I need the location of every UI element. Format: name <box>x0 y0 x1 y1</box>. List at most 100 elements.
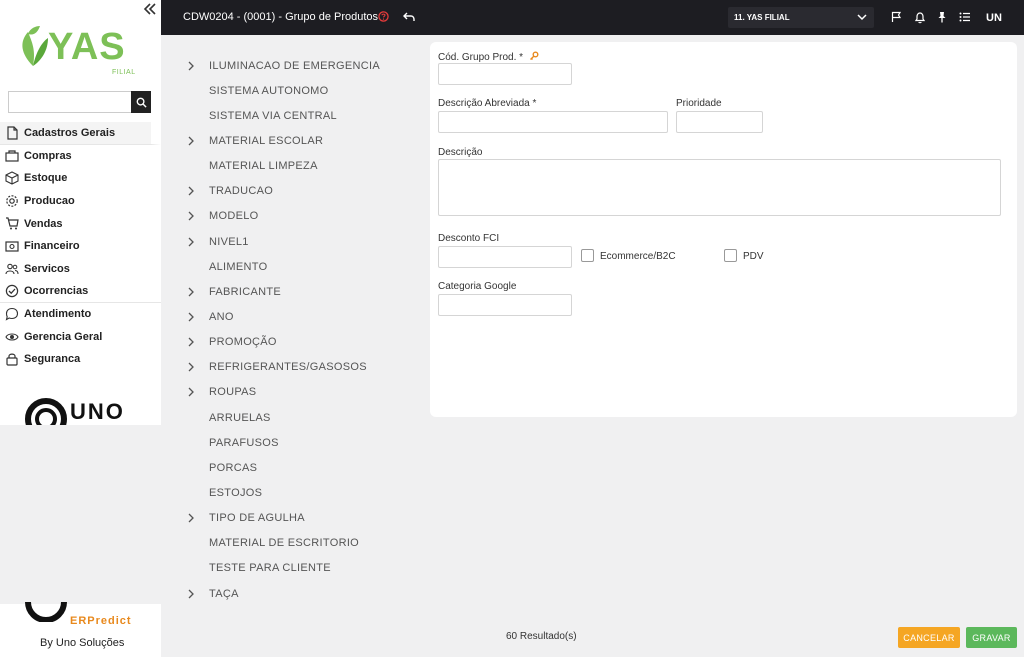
tree-item[interactable]: MATERIAL DE ESCRITORIO <box>161 531 421 556</box>
sidebar-search-input[interactable] <box>9 92 129 112</box>
ecommerce-checkbox[interactable] <box>581 249 594 262</box>
tree-item-label: TESTE PARA CLIENTE <box>209 562 331 575</box>
menu-item-vendas[interactable]: Vendas <box>0 212 161 235</box>
page-title: CDW0204 - (0001) - Grupo de Produtos <box>183 11 379 23</box>
save-button[interactable]: GRAVAR <box>966 627 1017 648</box>
cod-grupo-input[interactable] <box>438 63 572 85</box>
tree-item[interactable]: SISTEMA VIA CENTRAL <box>161 103 421 128</box>
tree-item[interactable]: ALIMENTO <box>161 254 421 279</box>
flag-icon[interactable] <box>889 10 903 24</box>
tree-item[interactable]: MATERIAL LIMPEZA <box>161 154 421 179</box>
chevron-right-icon[interactable] <box>187 337 207 347</box>
chevron-right-icon[interactable] <box>187 387 207 397</box>
eye-icon <box>4 329 20 345</box>
tree-item[interactable]: FABRICANTE <box>161 279 421 304</box>
menu-item-atendimento[interactable]: Atendimento <box>0 303 161 326</box>
file-icon <box>4 125 20 141</box>
menu-item-compras[interactable]: Compras <box>0 145 161 168</box>
tree-item[interactable]: PARAFUSOS <box>161 430 421 455</box>
tree-item[interactable]: ANO <box>161 304 421 329</box>
cancel-button[interactable]: CANCELAR <box>898 627 960 648</box>
tree-item[interactable]: MODELO <box>161 204 421 229</box>
tree-item[interactable]: TRADUCAO <box>161 179 421 204</box>
menu-item-servicos[interactable]: Servicos <box>0 258 161 281</box>
search-icon <box>136 97 147 108</box>
uno-logo-bottom-icon <box>25 601 67 622</box>
back-icon[interactable] <box>401 9 417 25</box>
group-tree: ILUMINACAO DE EMERGENCIA SISTEMA AUTONOMO… <box>161 53 421 606</box>
lock-icon <box>4 351 20 367</box>
descricao-textarea[interactable] <box>438 159 1001 216</box>
help-icon[interactable] <box>378 11 389 25</box>
user-avatar[interactable]: UN <box>983 9 1005 27</box>
prioridade-label: Prioridade <box>676 98 722 109</box>
tree-item[interactable]: MATERIAL ESCOLAR <box>161 128 421 153</box>
chevron-right-icon[interactable] <box>187 211 207 221</box>
chevron-right-icon[interactable] <box>187 136 207 146</box>
chevron-right-icon[interactable] <box>187 362 207 372</box>
tree-item-label: ALIMENTO <box>209 260 268 273</box>
prioridade-input[interactable] <box>676 111 763 133</box>
menu-item-cadastros-gerais[interactable]: Cadastros Gerais <box>0 122 161 145</box>
branch-select-value: 11. YAS FILIAL <box>734 13 790 22</box>
chevron-right-icon[interactable] <box>187 513 207 523</box>
menu-item-label: Producao <box>24 195 75 208</box>
tree-item[interactable]: ARRUELAS <box>161 405 421 430</box>
tree-item-label: TAÇA <box>209 587 239 600</box>
menu-item-financeiro[interactable]: Financeiro <box>0 235 161 258</box>
categoria-label: Categoria Google <box>438 281 517 292</box>
results-count: 60 Resultado(s) <box>506 631 577 642</box>
tree-item-label: FABRICANTE <box>209 285 282 298</box>
bell-icon[interactable] <box>913 10 927 24</box>
menu-item-gerencia-geral[interactable]: Gerencia Geral <box>0 325 161 348</box>
pin-icon[interactable] <box>935 10 949 24</box>
tree-item[interactable]: REFRIGERANTES/GASOSOS <box>161 355 421 380</box>
tree-item[interactable]: NIVEL1 <box>161 229 421 254</box>
list-icon[interactable] <box>958 10 972 24</box>
search-button[interactable] <box>131 91 151 113</box>
pdv-checkbox[interactable] <box>724 249 737 262</box>
tree-item-label: PARAFUSOS <box>209 436 279 449</box>
menu-item-label: Vendas <box>24 217 63 230</box>
tree-item[interactable]: PORCAS <box>161 455 421 480</box>
chat-icon <box>4 306 20 322</box>
desc-abrev-input[interactable] <box>438 111 668 133</box>
menu-item-ocorrencias[interactable]: Ocorrencias <box>0 280 161 303</box>
chevron-right-icon[interactable] <box>187 237 207 247</box>
cod-label-text: Cód. Grupo Prod. * <box>438 52 524 63</box>
menu-item-label: Ocorrencias <box>24 284 89 297</box>
chevron-right-icon[interactable] <box>187 589 207 599</box>
tree-item[interactable]: ESTOJOS <box>161 480 421 505</box>
tree-item[interactable]: TAÇA <box>161 581 421 606</box>
users-icon <box>4 261 20 277</box>
menu-item-estoque[interactable]: Estoque <box>0 167 161 190</box>
tree-item[interactable]: TIPO DE AGULHA <box>161 506 421 531</box>
tree-item[interactable]: TESTE PARA CLIENTE <box>161 556 421 581</box>
branch-select[interactable]: 11. YAS FILIAL <box>728 7 874 28</box>
desconto-fci-input[interactable] <box>438 246 572 268</box>
pdv-label: PDV <box>743 251 764 262</box>
leaf-logo-icon <box>22 26 48 66</box>
tree-item[interactable]: SISTEMA AUTONOMO <box>161 78 421 103</box>
tree-item[interactable]: ILUMINACAO DE EMERGENCIA <box>161 53 421 78</box>
menu-item-label: Financeiro <box>24 240 80 253</box>
tree-item-label: ARRUELAS <box>209 411 271 424</box>
tree-item[interactable]: ROUPAS <box>161 380 421 405</box>
sidebar-footer: ERPredict By Uno Soluções <box>0 601 161 657</box>
categoria-google-input[interactable] <box>438 294 572 316</box>
tree-item-label: ANO <box>209 310 234 323</box>
logo-text: YAS <box>48 26 126 68</box>
chevron-right-icon[interactable] <box>187 186 207 196</box>
money-icon <box>4 238 20 254</box>
cart-icon <box>4 216 20 232</box>
chevron-right-icon[interactable] <box>187 287 207 297</box>
menu-item-label: Estoque <box>24 172 68 185</box>
menu-item-seguranca[interactable]: Seguranca <box>0 348 161 371</box>
chevron-right-icon[interactable] <box>187 312 207 322</box>
menu-item-producao[interactable]: Producao <box>0 190 161 213</box>
desconto-label: Desconto FCI <box>438 233 500 244</box>
tree-item[interactable]: PROMOÇÃO <box>161 330 421 355</box>
tree-item-label: PORCAS <box>209 461 258 474</box>
chevron-right-icon[interactable] <box>187 61 207 71</box>
collapse-sidebar-icon[interactable] <box>143 2 157 18</box>
